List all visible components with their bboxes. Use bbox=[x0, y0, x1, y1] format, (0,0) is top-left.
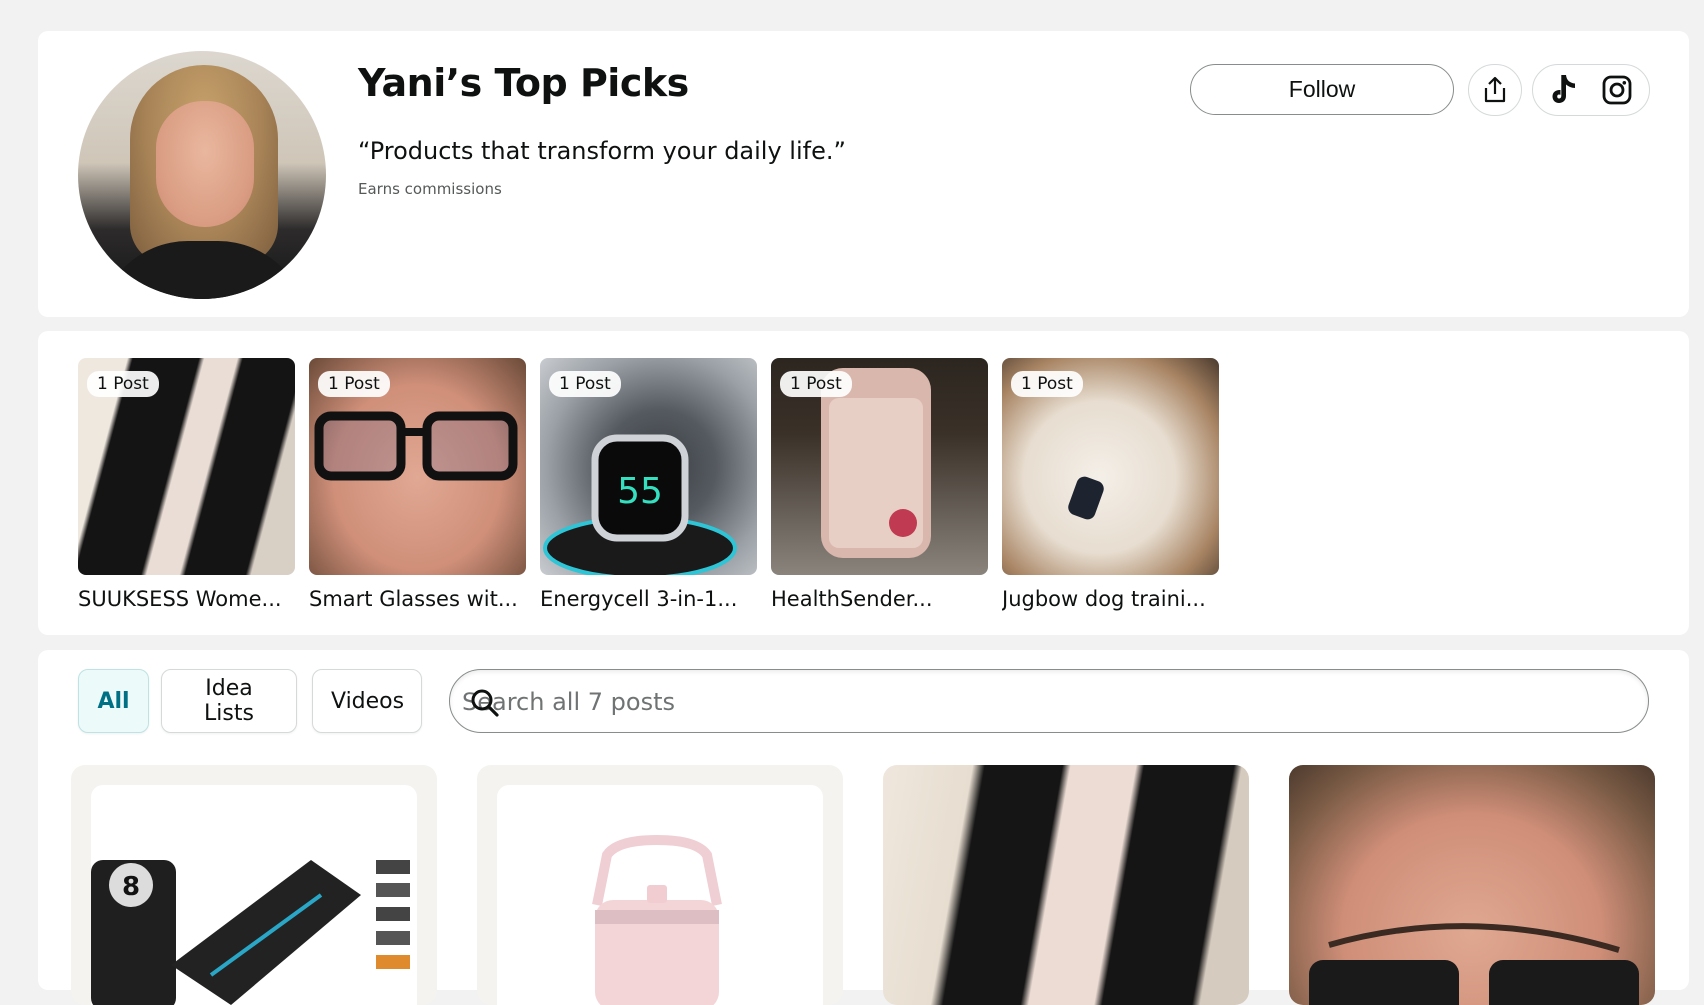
tile-label: Energycell 3-in-1... bbox=[540, 587, 738, 611]
tile-image: 1 Post bbox=[78, 358, 295, 575]
tumbler-product-graphic bbox=[592, 834, 722, 1005]
social-links bbox=[1532, 64, 1650, 116]
tile-image: 1 Post bbox=[1002, 358, 1219, 575]
storefront-tile[interactable]: 1 Post HealthSender... bbox=[771, 358, 988, 611]
tagline: “Products that transform your daily life… bbox=[358, 137, 846, 165]
search-input[interactable] bbox=[460, 670, 1634, 734]
search-bar bbox=[449, 669, 1649, 734]
storefront-tile[interactable]: 1 Post Smart Glasses wit... bbox=[309, 358, 526, 611]
tile-label: Smart Glasses wit... bbox=[309, 587, 518, 611]
svg-text:8: 8 bbox=[122, 872, 140, 902]
post-count-badge: 1 Post bbox=[1011, 371, 1083, 397]
post-card[interactable] bbox=[883, 765, 1249, 1005]
avatar bbox=[78, 51, 326, 299]
tile-image: 1 Post bbox=[771, 358, 988, 575]
tab-videos[interactable]: Videos bbox=[312, 669, 422, 733]
profile-header: Yani’s Top Picks “Products that transfor… bbox=[38, 31, 1689, 317]
svg-text:55: 55 bbox=[617, 471, 663, 512]
share-button[interactable] bbox=[1468, 64, 1522, 116]
post-card[interactable] bbox=[1289, 765, 1655, 1005]
tile-label: Jugbow dog traini... bbox=[1002, 587, 1206, 611]
avatar-shirt bbox=[98, 241, 308, 299]
post-image: 8 bbox=[91, 785, 417, 1005]
instagram-icon[interactable] bbox=[1595, 68, 1639, 112]
post-image bbox=[497, 785, 823, 1005]
tile-image: 55 1 Post bbox=[540, 358, 757, 575]
tab-all[interactable]: All bbox=[78, 669, 149, 733]
share-icon bbox=[1484, 76, 1506, 103]
post-count-badge: 1 Post bbox=[780, 371, 852, 397]
tile-image: 1 Post bbox=[309, 358, 526, 575]
post-count-badge: 1 Post bbox=[549, 371, 621, 397]
storefront-tile[interactable]: 1 Post SUUKSESS Wome... bbox=[78, 358, 295, 611]
follow-button[interactable]: Follow bbox=[1190, 64, 1454, 115]
tile-label: SUUKSESS Wome... bbox=[78, 587, 282, 611]
commission-note: Earns commissions bbox=[358, 180, 502, 198]
post-count-badge: 1 Post bbox=[87, 371, 159, 397]
post-card[interactable]: 8 bbox=[71, 765, 437, 1005]
avatar-face bbox=[156, 101, 254, 227]
storefront-strip: 1 Post SUUKSESS Wome... 1 Post Smart Gla… bbox=[38, 331, 1689, 635]
tab-idea-lists[interactable]: Idea Lists bbox=[161, 669, 297, 733]
post-count-badge: 1 Post bbox=[318, 371, 390, 397]
storefront-tile[interactable]: 55 1 Post Energycell 3-in-1... bbox=[540, 358, 757, 611]
storefront-tile[interactable]: 1 Post Jugbow dog traini... bbox=[1002, 358, 1219, 611]
tiktok-icon[interactable] bbox=[1543, 68, 1587, 112]
glasses-graphic bbox=[314, 411, 518, 481]
tile-label: HealthSender... bbox=[771, 587, 933, 611]
post-card[interactable] bbox=[477, 765, 843, 1005]
glasses-video-graphic bbox=[1309, 923, 1639, 1005]
posts-feed: All Idea Lists Videos 8 bbox=[38, 650, 1689, 1005]
massager-product-graphic: 8 bbox=[91, 860, 410, 1005]
page-title: Yani’s Top Picks bbox=[358, 61, 689, 105]
search-icon bbox=[471, 689, 499, 717]
